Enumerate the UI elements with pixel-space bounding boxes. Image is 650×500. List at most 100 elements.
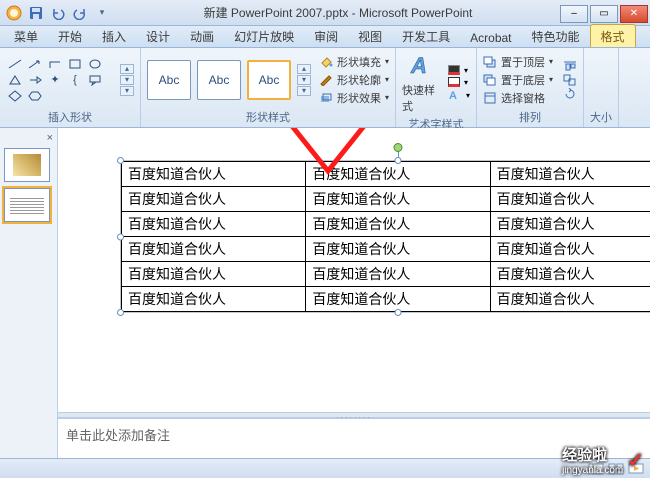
tab-acrobat[interactable]: Acrobat — [460, 28, 521, 47]
align-icon — [563, 60, 577, 72]
shape-elbow-icon[interactable] — [46, 57, 64, 71]
slide-thumbnail-2[interactable] — [4, 188, 50, 222]
save-icon[interactable] — [26, 3, 46, 23]
shape-outline-button[interactable]: 形状轮廓▾ — [319, 72, 389, 88]
table-cell[interactable]: 百度知道合伙人 — [490, 212, 650, 237]
slide-canvas[interactable]: 百度知道合伙人百度知道合伙人百度知道合伙人百度知道合伙人百度知道合伙人百度知道合… — [58, 128, 650, 458]
qat-dropdown-icon[interactable]: ▾ — [92, 3, 112, 23]
effects-icon — [319, 92, 333, 104]
wordart-icon: A — [408, 52, 436, 80]
shape-style-3[interactable]: Abc — [247, 60, 291, 100]
slide-table[interactable]: 百度知道合伙人百度知道合伙人百度知道合伙人百度知道合伙人百度知道合伙人百度知道合… — [121, 161, 650, 312]
group-label-size: 大小 — [590, 107, 612, 127]
table-cell[interactable]: 百度知道合伙人 — [490, 287, 650, 312]
style-gallery-scroll[interactable]: ▴▾▾ — [297, 64, 311, 96]
table-cell[interactable]: 百度知道合伙人 — [122, 187, 306, 212]
table-cell[interactable]: 百度知道合伙人 — [306, 262, 490, 287]
shape-star-icon[interactable]: ✦ — [46, 73, 64, 87]
group-label-insert-shapes: 插入形状 — [6, 107, 134, 127]
shape-hexagon-icon[interactable] — [26, 89, 44, 103]
svg-text:A: A — [449, 90, 457, 101]
minimize-button[interactable]: – — [560, 5, 588, 23]
shape-triangle-icon[interactable] — [6, 73, 24, 87]
close-button[interactable]: ✕ — [620, 5, 648, 23]
tab-insert[interactable]: 插入 — [92, 25, 136, 47]
shapes-gallery[interactable]: ✦ { — [6, 57, 114, 103]
notes-placeholder: 单击此处添加备注 — [66, 428, 170, 443]
status-bar — [0, 458, 650, 478]
shape-style-gallery[interactable]: Abc Abc Abc — [147, 60, 291, 100]
ribbon-group-arrange: 置于顶层▾ 置于底层▾ 选择窗格 排列 — [477, 48, 584, 127]
tab-view[interactable]: 视图 — [348, 25, 392, 47]
align-button[interactable] — [563, 60, 577, 72]
ribbon: ✦ { ▴▾▾ 插入形状 Abc Abc Abc ▴▾▾ 形状填充▾ 形状轮廓▾… — [0, 48, 650, 128]
tab-design[interactable]: 设计 — [136, 25, 180, 47]
shape-diamond-icon[interactable] — [6, 89, 24, 103]
table-cell[interactable]: 百度知道合伙人 — [122, 162, 306, 187]
title-bar: ▾ 新建 PowerPoint 2007.pptx - Microsoft Po… — [0, 0, 650, 26]
office-button[interactable] — [4, 3, 24, 23]
svg-text:A: A — [410, 53, 427, 78]
table-cell[interactable]: 百度知道合伙人 — [306, 187, 490, 212]
text-fill-button[interactable]: ▾ — [448, 65, 470, 75]
tab-slideshow[interactable]: 幻灯片放映 — [224, 25, 304, 47]
thumbnails-close-icon[interactable]: × — [47, 132, 53, 144]
table-cell[interactable]: 百度知道合伙人 — [122, 237, 306, 262]
table-cell[interactable]: 百度知道合伙人 — [490, 187, 650, 212]
group-label-shape-styles: 形状样式 — [147, 107, 389, 127]
shape-brace-icon[interactable]: { — [66, 73, 84, 87]
table-cell[interactable]: 百度知道合伙人 — [306, 237, 490, 262]
selection-pane-icon — [483, 92, 497, 104]
slide-thumbnails-pane[interactable]: × — [0, 128, 58, 458]
table-object[interactable]: 百度知道合伙人百度知道合伙人百度知道合伙人百度知道合伙人百度知道合伙人百度知道合… — [120, 160, 650, 313]
text-effects-icon: A — [448, 89, 462, 101]
shape-arrow2-icon[interactable] — [26, 73, 44, 87]
bring-front-button[interactable]: 置于顶层▾ — [483, 54, 553, 70]
tab-animation[interactable]: 动画 — [180, 25, 224, 47]
tab-features[interactable]: 特色功能 — [522, 25, 590, 47]
table-cell[interactable]: 百度知道合伙人 — [490, 162, 650, 187]
ribbon-tabs: 菜单 开始 插入 设计 动画 幻灯片放映 审阅 视图 开发工具 Acrobat … — [0, 26, 650, 48]
table-cell[interactable]: 百度知道合伙人 — [122, 287, 306, 312]
ribbon-group-size: 大小 — [584, 48, 619, 127]
table-cell[interactable]: 百度知道合伙人 — [490, 237, 650, 262]
text-outline-button[interactable]: ▾ — [448, 77, 470, 87]
maximize-button[interactable]: ▭ — [590, 5, 618, 23]
text-effects-button[interactable]: A▾ — [448, 89, 470, 101]
tab-review[interactable]: 审阅 — [304, 25, 348, 47]
undo-icon[interactable] — [48, 3, 68, 23]
shape-callout-icon[interactable] — [86, 73, 104, 87]
rotate-button[interactable] — [563, 88, 577, 100]
table-cell[interactable]: 百度知道合伙人 — [490, 262, 650, 287]
shape-oval-icon[interactable] — [86, 57, 104, 71]
group-button[interactable] — [563, 74, 577, 86]
shapes-gallery-scroll[interactable]: ▴▾▾ — [120, 64, 134, 96]
rotate-icon — [563, 88, 577, 100]
table-cell[interactable]: 百度知道合伙人 — [122, 212, 306, 237]
shape-style-2[interactable]: Abc — [197, 60, 241, 100]
bucket-icon — [319, 56, 333, 68]
shape-fill-button[interactable]: 形状填充▾ — [319, 54, 389, 70]
shape-style-1[interactable]: Abc — [147, 60, 191, 100]
table-cell[interactable]: 百度知道合伙人 — [306, 287, 490, 312]
tab-format[interactable]: 格式 — [590, 24, 636, 47]
rotate-handle[interactable] — [394, 143, 403, 152]
table-cell[interactable]: 百度知道合伙人 — [306, 212, 490, 237]
slide-thumbnail-1[interactable] — [4, 148, 50, 182]
shape-effects-button[interactable]: 形状效果▾ — [319, 90, 389, 106]
redo-icon[interactable] — [70, 3, 90, 23]
shape-line-icon[interactable] — [6, 57, 24, 71]
ribbon-group-insert-shapes: ✦ { ▴▾▾ 插入形状 — [0, 48, 141, 127]
tab-developer[interactable]: 开发工具 — [392, 25, 460, 47]
table-cell[interactable]: 百度知道合伙人 — [306, 162, 490, 187]
tab-home[interactable]: 开始 — [48, 25, 92, 47]
shape-rect-icon[interactable] — [66, 57, 84, 71]
tab-menu[interactable]: 菜单 — [4, 25, 48, 47]
table-cell[interactable]: 百度知道合伙人 — [122, 262, 306, 287]
send-back-button[interactable]: 置于底层▾ — [483, 72, 553, 88]
quick-styles-button[interactable]: A 快速样式 — [402, 52, 442, 114]
text-fill-icon — [448, 65, 460, 75]
selection-pane-button[interactable]: 选择窗格 — [483, 90, 553, 106]
watermark: 经验啦 jingyanla.com ✓ — [562, 444, 644, 476]
shape-arrow-icon[interactable] — [26, 57, 44, 71]
